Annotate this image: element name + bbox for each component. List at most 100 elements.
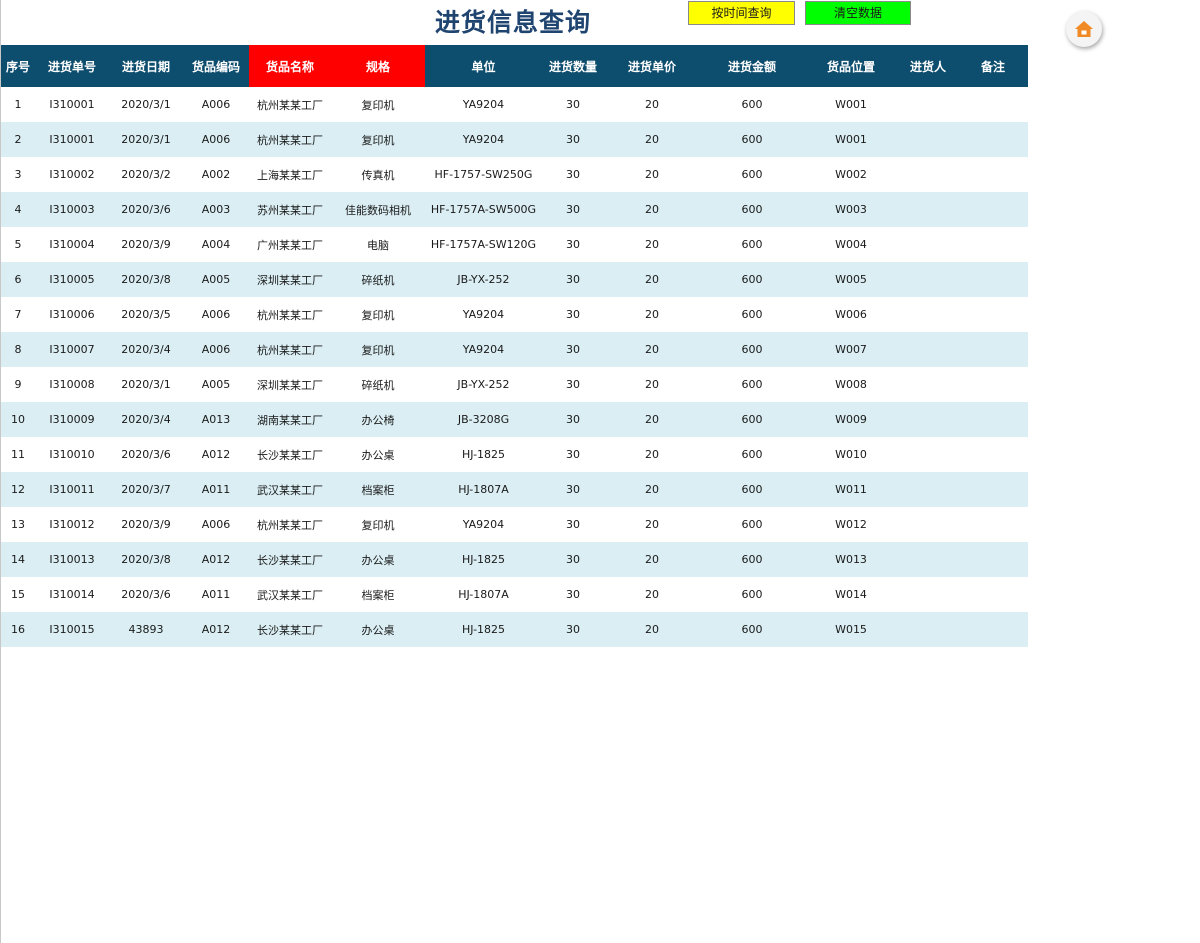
table-cell[interactable]: 办公桌 <box>331 612 425 647</box>
table-cell[interactable]: 办公桌 <box>331 437 425 472</box>
table-cell[interactable]: 1 <box>1 87 35 122</box>
home-button[interactable] <box>1066 11 1102 47</box>
table-cell[interactable]: I310007 <box>35 332 109 367</box>
table-cell[interactable]: HJ-1807A <box>425 577 542 612</box>
table-cell[interactable]: W015 <box>804 612 898 647</box>
table-cell[interactable]: 30 <box>542 437 604 472</box>
table-cell[interactable]: A006 <box>183 297 249 332</box>
table-cell[interactable]: I310006 <box>35 297 109 332</box>
query-by-time-button[interactable]: 按时间查询 <box>688 1 795 25</box>
table-cell[interactable]: I310001 <box>35 122 109 157</box>
table-cell[interactable] <box>958 437 1028 472</box>
table-cell[interactable]: A011 <box>183 577 249 612</box>
table-cell[interactable]: W003 <box>804 192 898 227</box>
table-cell[interactable]: HJ-1807A <box>425 472 542 507</box>
table-cell[interactable]: A005 <box>183 262 249 297</box>
table-cell[interactable] <box>898 332 958 367</box>
table-cell[interactable]: YA9204 <box>425 87 542 122</box>
table-cell[interactable]: 10 <box>1 402 35 437</box>
table-cell[interactable]: HJ-1825 <box>425 437 542 472</box>
table-cell[interactable]: 复印机 <box>331 332 425 367</box>
table-cell[interactable]: A012 <box>183 612 249 647</box>
table-cell[interactable]: 20 <box>604 297 700 332</box>
table-cell[interactable] <box>958 612 1028 647</box>
table-cell[interactable]: 碎纸机 <box>331 262 425 297</box>
table-cell[interactable]: 档案柜 <box>331 472 425 507</box>
table-cell[interactable]: 8 <box>1 332 35 367</box>
table-cell[interactable]: 2020/3/9 <box>109 227 183 262</box>
table-cell[interactable]: 43893 <box>109 612 183 647</box>
table-cell[interactable] <box>958 577 1028 612</box>
table-cell[interactable]: HJ-1825 <box>425 612 542 647</box>
table-cell[interactable]: A011 <box>183 472 249 507</box>
table-cell[interactable]: 600 <box>700 87 804 122</box>
table-cell[interactable]: 600 <box>700 402 804 437</box>
table-cell[interactable]: 600 <box>700 157 804 192</box>
table-cell[interactable]: 600 <box>700 437 804 472</box>
table-cell[interactable]: 2020/3/6 <box>109 437 183 472</box>
table-cell[interactable]: 湖南某某工厂 <box>249 402 331 437</box>
table-cell[interactable]: A013 <box>183 402 249 437</box>
table-cell[interactable]: 20 <box>604 192 700 227</box>
table-cell[interactable]: 深圳某某工厂 <box>249 367 331 402</box>
table-cell[interactable]: 20 <box>604 507 700 542</box>
table-cell[interactable]: I310014 <box>35 577 109 612</box>
table-cell[interactable]: 600 <box>700 192 804 227</box>
table-cell[interactable] <box>958 297 1028 332</box>
table-cell[interactable]: HF-1757-SW250G <box>425 157 542 192</box>
table-cell[interactable]: 600 <box>700 577 804 612</box>
table-cell[interactable]: 2020/3/8 <box>109 262 183 297</box>
table-cell[interactable] <box>898 542 958 577</box>
table-cell[interactable]: 2 <box>1 122 35 157</box>
table-cell[interactable]: 30 <box>542 332 604 367</box>
table-cell[interactable]: YA9204 <box>425 507 542 542</box>
table-cell[interactable]: 5 <box>1 227 35 262</box>
table-cell[interactable] <box>898 577 958 612</box>
table-cell[interactable]: 办公椅 <box>331 402 425 437</box>
table-cell[interactable] <box>958 227 1028 262</box>
table-cell[interactable]: 30 <box>542 472 604 507</box>
table-cell[interactable]: A005 <box>183 367 249 402</box>
table-cell[interactable]: A006 <box>183 122 249 157</box>
table-cell[interactable]: 2020/3/1 <box>109 87 183 122</box>
table-cell[interactable]: W007 <box>804 332 898 367</box>
table-cell[interactable]: 30 <box>542 542 604 577</box>
table-cell[interactable]: 20 <box>604 577 700 612</box>
table-cell[interactable]: 复印机 <box>331 297 425 332</box>
table-cell[interactable]: A002 <box>183 157 249 192</box>
table-cell[interactable]: 30 <box>542 122 604 157</box>
table-cell[interactable] <box>958 332 1028 367</box>
table-cell[interactable]: 15 <box>1 577 35 612</box>
table-cell[interactable]: 30 <box>542 227 604 262</box>
table-cell[interactable]: 2020/3/1 <box>109 367 183 402</box>
table-cell[interactable]: I310004 <box>35 227 109 262</box>
table-cell[interactable]: 佳能数码相机 <box>331 192 425 227</box>
table-cell[interactable] <box>958 472 1028 507</box>
table-cell[interactable]: 20 <box>604 437 700 472</box>
table-cell[interactable]: 2020/3/8 <box>109 542 183 577</box>
table-cell[interactable] <box>958 262 1028 297</box>
table-cell[interactable] <box>898 157 958 192</box>
table-cell[interactable]: W001 <box>804 87 898 122</box>
table-cell[interactable]: 600 <box>700 367 804 402</box>
table-cell[interactable]: 杭州某某工厂 <box>249 122 331 157</box>
table-cell[interactable]: I310010 <box>35 437 109 472</box>
table-cell[interactable] <box>958 192 1028 227</box>
table-cell[interactable] <box>898 87 958 122</box>
table-cell[interactable]: HJ-1825 <box>425 542 542 577</box>
table-cell[interactable]: 30 <box>542 157 604 192</box>
table-cell[interactable]: I310013 <box>35 542 109 577</box>
table-cell[interactable] <box>898 297 958 332</box>
table-cell[interactable]: 3 <box>1 157 35 192</box>
table-cell[interactable]: I310009 <box>35 402 109 437</box>
table-cell[interactable]: JB-YX-252 <box>425 262 542 297</box>
table-cell[interactable] <box>958 122 1028 157</box>
table-cell[interactable]: 长沙某某工厂 <box>249 437 331 472</box>
table-cell[interactable]: 30 <box>542 192 604 227</box>
table-cell[interactable]: 30 <box>542 367 604 402</box>
table-cell[interactable]: 20 <box>604 157 700 192</box>
table-cell[interactable]: I310015 <box>35 612 109 647</box>
table-cell[interactable] <box>898 402 958 437</box>
table-cell[interactable]: 长沙某某工厂 <box>249 542 331 577</box>
table-cell[interactable]: 2020/3/4 <box>109 332 183 367</box>
